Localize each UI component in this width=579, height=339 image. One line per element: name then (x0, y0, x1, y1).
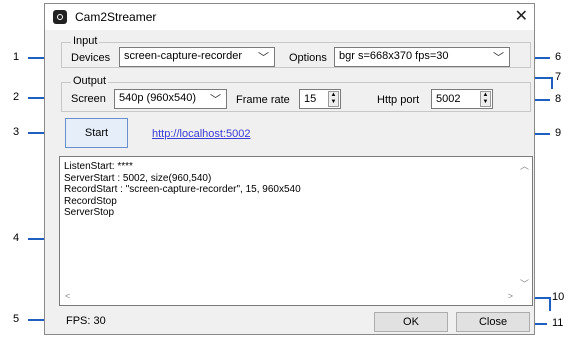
callout-8: 8 (555, 93, 562, 105)
callout-11: 11 (552, 317, 564, 329)
devices-combobox[interactable]: screen-capture-recorder ﹀ (119, 47, 275, 67)
cam2streamer-window: Cam2Streamer ✕ Input Devices screen-capt… (44, 3, 535, 335)
callout-1: 1 (13, 51, 20, 63)
callout-5: 5 (13, 313, 20, 325)
input-group-label: Input (71, 35, 100, 47)
frame-rate-label: Frame rate (236, 94, 290, 106)
horizontal-scrollbar[interactable]: < > (61, 290, 517, 304)
frame-rate-spinbox[interactable]: 15 ▲ ▼ (299, 89, 341, 109)
output-group-label: Output (71, 75, 109, 87)
devices-label: Devices (71, 52, 111, 64)
http-port-stepper[interactable]: ▲ ▼ (480, 91, 491, 107)
callout-6: 6 (555, 51, 562, 63)
close-button-label: Close (478, 316, 508, 328)
start-button[interactable]: Start (65, 118, 128, 148)
frame-rate-value: 15 (304, 93, 317, 105)
callout-4: 4 (13, 232, 20, 244)
log-line: RecordStart : "screen-capture-recorder",… (64, 184, 301, 195)
options-combobox[interactable]: bgr s=668x370 fps=30 ﹀ (334, 47, 510, 67)
log-line: RecordStop (64, 195, 117, 207)
log-line: ListenStart: **** (64, 161, 133, 172)
http-port-spinbox[interactable]: 5002 ▲ ▼ (431, 89, 493, 109)
screen-combobox[interactable]: 540p (960x540) ﹀ (114, 89, 227, 109)
scroll-left-icon[interactable]: < (65, 291, 70, 303)
chevron-down-icon: ﹀ (210, 94, 221, 106)
chevron-down-icon: ﹀ (258, 52, 269, 64)
scroll-up-icon[interactable]: ︿ (520, 161, 529, 173)
vertical-scrollbar[interactable]: ︿ ﹀ (517, 158, 531, 290)
devices-value: screen-capture-recorder (124, 50, 242, 62)
frame-rate-stepper[interactable]: ▲ ▼ (328, 91, 339, 107)
callout-9: 9 (555, 127, 562, 139)
close-icon[interactable]: ✕ (515, 6, 528, 26)
http-port-label: Http port (377, 94, 420, 106)
fps-status: FPS: 30 (66, 315, 106, 327)
log-line: ServerStart : 5002, size(960,540) (64, 172, 212, 184)
start-button-label: Start (84, 127, 109, 139)
callout-7: 7 (555, 71, 562, 83)
app-icon (53, 10, 67, 24)
options-label: Options (289, 52, 327, 64)
callout-2: 2 (13, 91, 20, 103)
callout-3: 3 (13, 126, 20, 138)
close-button[interactable]: Close (456, 312, 530, 332)
log-line: ServerStop (64, 207, 115, 218)
scroll-down-icon[interactable]: ﹀ (520, 279, 529, 291)
http-port-value: 5002 (436, 93, 461, 105)
screen-value: 540p (960x540) (119, 92, 197, 104)
stream-url-link[interactable]: http://localhost:5002 (152, 128, 250, 140)
ok-button[interactable]: OK (374, 312, 448, 332)
scroll-right-icon[interactable]: > (508, 291, 513, 303)
title-bar: Cam2Streamer ✕ (45, 4, 534, 30)
callout-10: 10 (552, 291, 565, 303)
log-output[interactable]: ListenStart: **** ServerStart : 5002, si… (59, 156, 533, 306)
chevron-down-icon: ﹀ (493, 52, 504, 64)
ok-button-label: OK (403, 316, 419, 328)
window-title: Cam2Streamer (75, 10, 157, 24)
options-value: bgr s=668x370 fps=30 (339, 50, 449, 62)
screen-label: Screen (71, 93, 106, 105)
